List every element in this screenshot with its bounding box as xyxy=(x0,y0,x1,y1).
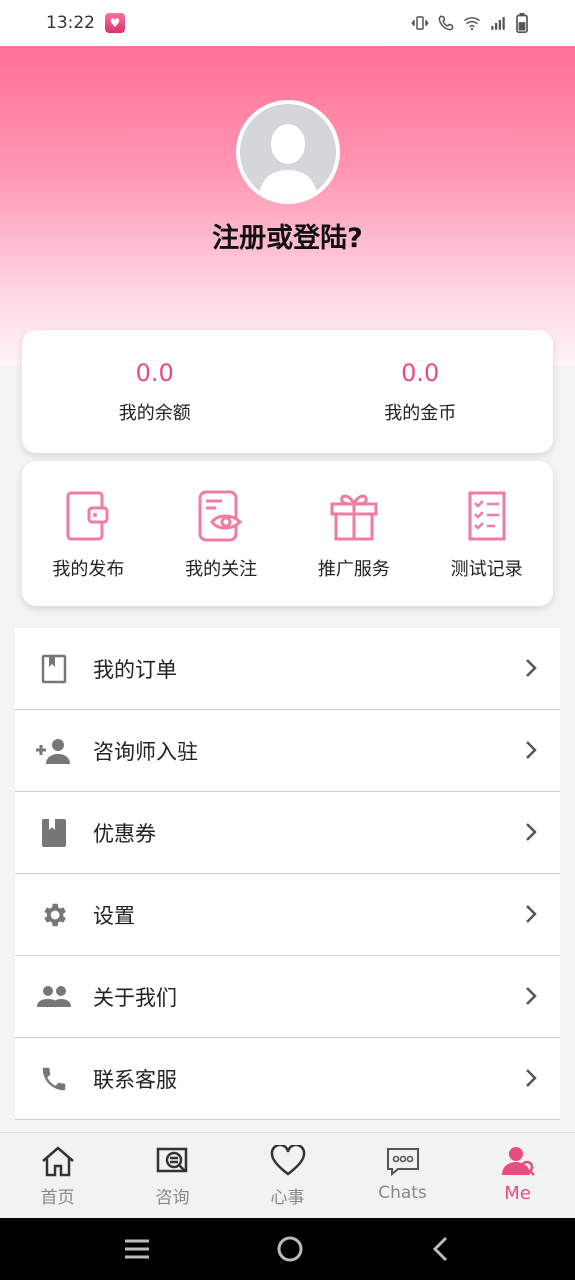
coins-label: 我的金币 xyxy=(384,402,457,424)
menu-item-counselor-join[interactable]: 咨询师入驻 xyxy=(15,710,560,792)
menu-label: 联系客服 xyxy=(93,1067,177,1092)
system-nav-bar xyxy=(0,1218,575,1280)
quick-actions-card: 我的发布 我的关注 推广服务 测试记录 xyxy=(22,461,553,606)
gear-icon xyxy=(15,900,93,930)
signal-icon xyxy=(491,17,505,30)
nav-label: Me xyxy=(504,1183,531,1204)
action-promotion[interactable]: 推广服务 xyxy=(288,461,421,606)
add-person-icon xyxy=(15,738,93,764)
home-icon xyxy=(41,1146,74,1177)
chevron-right-icon xyxy=(526,823,537,841)
book-icon xyxy=(15,818,93,848)
nav-home[interactable]: 首页 xyxy=(0,1133,115,1218)
menu-label: 我的订单 xyxy=(93,657,177,682)
battery-icon xyxy=(516,13,528,33)
nav-label: 首页 xyxy=(40,1188,75,1208)
heart-icon xyxy=(270,1145,305,1176)
wallet-icon xyxy=(66,491,109,541)
menu-item-coupons[interactable]: 优惠券 xyxy=(15,792,560,874)
menu-label: 优惠券 xyxy=(93,821,156,846)
action-label: 测试记录 xyxy=(450,559,523,580)
chevron-right-icon xyxy=(526,741,537,759)
vibrate-icon xyxy=(411,16,429,30)
chevron-right-icon xyxy=(526,659,537,677)
nav-me[interactable]: Me xyxy=(460,1133,575,1218)
action-my-posts[interactable]: 我的发布 xyxy=(22,461,155,606)
chevron-right-icon xyxy=(526,905,537,923)
wifi-icon xyxy=(464,17,480,31)
chevron-right-icon xyxy=(526,1069,537,1087)
consult-icon xyxy=(156,1147,187,1173)
back-icon[interactable] xyxy=(429,1234,453,1264)
menu-item-about-us[interactable]: 关于我们 xyxy=(15,956,560,1038)
call-wifi-icon xyxy=(438,15,454,31)
default-avatar-icon xyxy=(240,104,336,200)
balance-label: 我的余额 xyxy=(118,402,191,424)
me-icon xyxy=(501,1147,535,1176)
action-test-records[interactable]: 测试记录 xyxy=(420,461,553,606)
chat-icon xyxy=(386,1148,419,1177)
nav-label: 心事 xyxy=(270,1188,305,1208)
balance-item[interactable]: 0.0 我的余额 xyxy=(22,330,288,453)
action-label: 我的关注 xyxy=(185,559,258,580)
avatar[interactable] xyxy=(236,100,340,204)
nav-consult[interactable]: 咨询 xyxy=(115,1133,230,1218)
balance-card: 0.0 我的余额 0.0 我的金币 xyxy=(22,330,553,453)
balance-value: 0.0 xyxy=(135,358,174,387)
nav-heart-matters[interactable]: 心事 xyxy=(230,1133,345,1218)
recent-apps-icon[interactable] xyxy=(122,1237,152,1261)
action-my-follows[interactable]: 我的关注 xyxy=(155,461,288,606)
status-time: 13:22 xyxy=(46,13,95,33)
chevron-right-icon xyxy=(526,987,537,1005)
people-icon xyxy=(15,985,93,1009)
menu-label: 关于我们 xyxy=(93,985,177,1010)
bottom-nav: 首页 咨询 心事 Chats Me xyxy=(0,1132,575,1218)
eye-card-icon xyxy=(198,490,243,542)
home-button-icon[interactable] xyxy=(275,1234,305,1264)
coins-value: 0.0 xyxy=(401,358,440,387)
action-label: 推广服务 xyxy=(317,559,390,580)
bookmark-book-icon xyxy=(15,654,93,684)
nav-label: Chats xyxy=(378,1183,427,1203)
menu-label: 设置 xyxy=(93,903,135,928)
profile-header xyxy=(0,46,575,366)
coins-item[interactable]: 0.0 我的金币 xyxy=(288,330,554,453)
menu-item-settings[interactable]: 设置 xyxy=(15,874,560,956)
menu-item-contact-support[interactable]: 联系客服 xyxy=(15,1038,560,1120)
menu-item-orders[interactable]: 我的订单 xyxy=(15,628,560,710)
app-notification-icon: ♥ xyxy=(105,13,125,33)
nav-chats[interactable]: Chats xyxy=(345,1133,460,1218)
menu-label: 咨询师入驻 xyxy=(93,739,198,764)
settings-menu: 我的订单 咨询师入驻 优惠券 设置 关于我们 联系客服 xyxy=(15,628,560,1120)
status-bar: 13:22 ♥ xyxy=(0,0,575,46)
gift-icon xyxy=(330,494,378,541)
phone-icon xyxy=(15,1064,93,1094)
system-icons xyxy=(411,13,529,33)
action-label: 我的发布 xyxy=(52,559,125,580)
nav-label: 咨询 xyxy=(155,1188,190,1208)
login-prompt[interactable]: 注册或登陆? xyxy=(0,216,575,255)
checklist-icon xyxy=(468,491,506,541)
